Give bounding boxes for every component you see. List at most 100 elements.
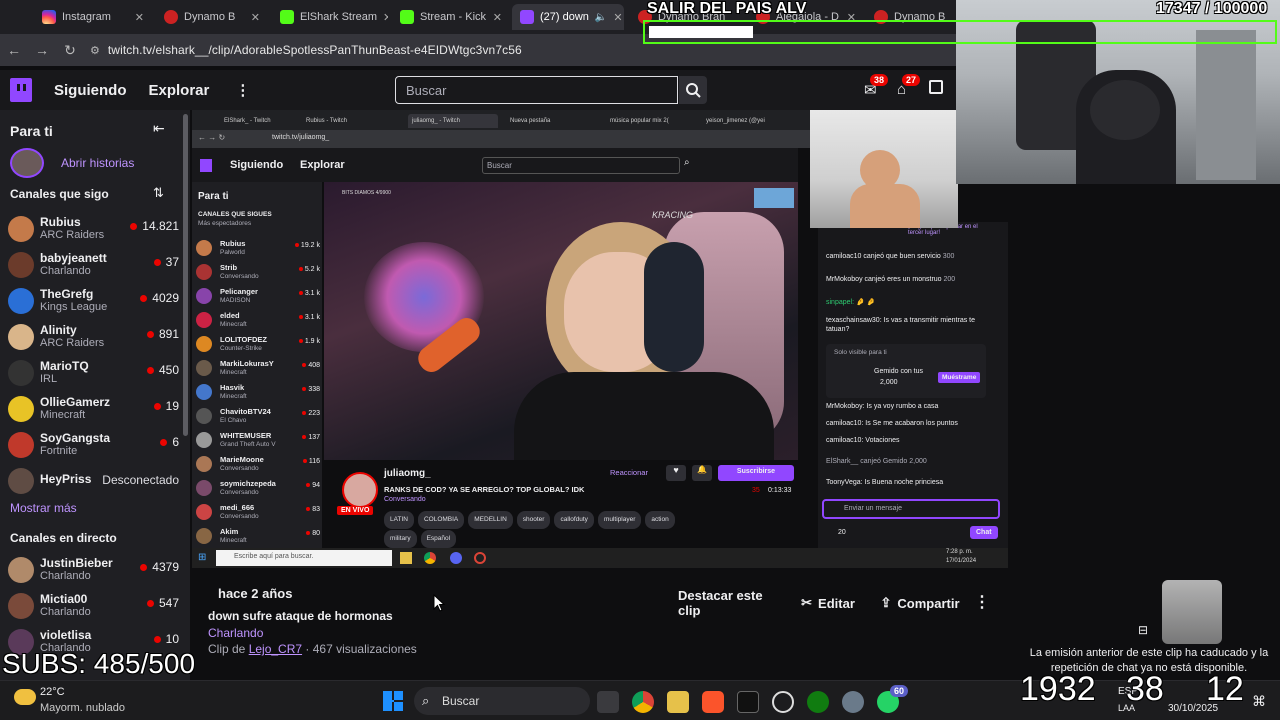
close-icon[interactable]: ✕	[493, 11, 502, 24]
channel-name: TheGrefg	[40, 287, 94, 301]
close-icon[interactable]: ✕	[135, 11, 144, 24]
sidebar-item-alinity[interactable]: Alinity ARC Raiders 891	[8, 320, 183, 356]
speaker-icon[interactable]: 🔈	[595, 12, 607, 23]
settings-icon[interactable]	[842, 691, 864, 713]
inner-channel: Akim Minecraft 80	[196, 526, 322, 548]
brave-icon[interactable]	[702, 691, 724, 713]
followed-channels-heading: Canales que sigo	[10, 187, 109, 201]
search-input[interactable]: Buscar	[395, 76, 678, 104]
weather-icon[interactable]	[14, 689, 36, 705]
sidebar-item-rubius[interactable]: Rubius ARC Raiders 14.821	[8, 212, 183, 248]
channel-name: Alinity	[40, 323, 77, 337]
sidebar-scrollbar[interactable]	[183, 114, 188, 436]
browser-tab-twitch[interactable]: (27) down 🔈 ✕	[512, 4, 624, 30]
chat-send-button: Chat	[970, 526, 998, 539]
channel-points: 20	[838, 529, 846, 536]
edit-button[interactable]: ✂ Editar	[794, 588, 862, 618]
channel-name: Mictia00	[40, 592, 88, 606]
notification-icon[interactable]: ⌘	[1252, 693, 1266, 710]
chrome-icon[interactable]	[632, 691, 654, 713]
inner-chrome-icon	[424, 552, 436, 564]
url-field[interactable]: twitch.tv/elshark__/clip/AdorableSpotles…	[108, 43, 522, 57]
back-icon[interactable]: ←	[0, 42, 28, 58]
channel-name: OllieGamerz	[40, 395, 111, 409]
inner-channel: soymichzepeda Conversando 94	[196, 478, 322, 500]
sidebar-item-babyjeanett[interactable]: babyjeanett Charlando 37	[8, 248, 183, 284]
sidebar-item-olliegamerz[interactable]: OllieGamerz Minecraft 19	[8, 392, 183, 428]
whispers-icon[interactable]	[929, 80, 943, 94]
close-icon[interactable]: ✕	[613, 11, 622, 24]
task-view-icon[interactable]	[597, 691, 619, 713]
forward-icon[interactable]: →	[28, 42, 56, 58]
sidebar-item-soygangsta[interactable]: SoyGangsta Fortnite 6	[8, 428, 183, 464]
file-explorer-icon[interactable]	[667, 691, 689, 713]
youtube-icon	[164, 10, 178, 24]
inner-tab: Nueva pestaña	[510, 118, 551, 124]
capcut-icon[interactable]	[737, 691, 759, 713]
inner-browse: Explorar	[300, 159, 345, 171]
inner-webcam	[810, 110, 958, 228]
close-icon[interactable]: ✕	[251, 11, 260, 24]
sidebar-item-mictia00[interactable]: Mictia00 Charlando 547	[8, 589, 183, 625]
tab-label: Instagram	[62, 11, 111, 23]
obs-icon[interactable]	[772, 691, 794, 713]
inner-channel: elded Minecraft 3.1 k	[196, 310, 322, 332]
inner-tab: Rubius - Twitch	[306, 118, 347, 124]
sort-icon[interactable]: ⇅	[153, 185, 164, 201]
taskbar-search[interactable]: ⌕ Buscar	[414, 687, 590, 715]
avatar	[8, 252, 34, 278]
sidebar-item-heypriss[interactable]: HeyPriss Desconectado	[8, 464, 183, 500]
inner-uptime: 0:13:33	[768, 487, 792, 494]
avatar	[8, 324, 34, 350]
inner-sorted: Más espectadores	[198, 220, 252, 227]
nav-browse[interactable]: Explorar	[149, 82, 210, 99]
chat-message: camiloac10: Votaciones	[826, 437, 900, 444]
collapse-icon[interactable]: ⇤	[153, 120, 165, 137]
more-options-icon[interactable]: ⋮	[974, 592, 990, 612]
tab-label: (27) down	[540, 11, 589, 23]
inbox-badge: 27	[902, 74, 921, 86]
reload-icon[interactable]: ↻	[56, 42, 84, 59]
site-info-icon[interactable]: ⚙	[90, 44, 100, 57]
twitch-logo-icon[interactable]	[10, 78, 32, 102]
browser-tab-elshark[interactable]: ElShark Stream ✕	[272, 4, 388, 30]
channel-name: JustinBieber	[40, 556, 113, 570]
clip-category[interactable]: Charlando	[208, 626, 263, 640]
browser-tab-dynamo[interactable]: Dynamo B ✕	[156, 4, 268, 30]
browser-tab-instagram[interactable]: Instagram ✕	[34, 4, 152, 30]
open-stories-link[interactable]: Abrir historias	[61, 156, 134, 170]
clip-age: hace 2 años	[218, 586, 293, 601]
inner-channel: Rubius Palworld 19.2 k	[196, 238, 322, 260]
sidebar-item-mariotq[interactable]: MarioTQ IRL 450	[8, 356, 183, 392]
windows-start-icon[interactable]	[383, 691, 403, 711]
chat-bubble-icon: ⊟	[1138, 623, 1149, 637]
overlay-title: SALIR DEL PAIS ALV	[647, 0, 807, 17]
clip-video-player[interactable]: ElShark_ - Twitch Rubius - Twitch juliao…	[192, 110, 1008, 568]
feature-clip-button[interactable]: Destacar este clip	[668, 588, 788, 618]
show-more-link[interactable]: Mostrar más	[10, 501, 77, 515]
bell-icon: 🔔	[692, 465, 712, 481]
clip-info: hace 2 años down sufre ataque de hormona…	[192, 572, 1008, 680]
clipper-link[interactable]: Lejo_CR7	[249, 642, 302, 656]
channel-game: Kings League	[40, 301, 108, 313]
share-button[interactable]: ⇪ Compartir	[872, 588, 968, 618]
more-icon[interactable]: ⋮	[235, 81, 250, 99]
gemido-card: Solo visible para ti Gemido con tus 2,00…	[826, 344, 986, 398]
search-button[interactable]	[679, 76, 707, 104]
xbox-icon[interactable]	[807, 691, 829, 713]
channel-game: IRL	[40, 373, 58, 385]
channel-game: ARC Raiders	[40, 229, 105, 241]
sidebar-item-thegrefg[interactable]: TheGrefg Kings League 4029	[8, 284, 183, 320]
stories-avatar[interactable]	[10, 148, 44, 178]
sidebar-item-justinbieber[interactable]: JustinBieber Charlando 4379	[8, 553, 183, 589]
inner-search: Buscar	[482, 157, 680, 174]
viewer-count: 4029	[140, 291, 179, 305]
subs-counter: SUBS: 485/500	[2, 648, 196, 679]
nav-following[interactable]: Siguiendo	[54, 82, 127, 99]
follow-heart-icon: ♥	[666, 465, 686, 481]
close-icon[interactable]: ✕	[383, 11, 388, 24]
chat-message: MrMokoboy canjeó eres un monstruo 200	[826, 276, 956, 283]
tag-list: LATIN COLOMBIA MEDELLIN shooter callofduty mu…	[384, 510, 704, 548]
inner-channel: MarieMoone Conversando 116	[196, 454, 322, 476]
browser-tab-kick[interactable]: Stream - Kick ✕	[392, 4, 510, 30]
